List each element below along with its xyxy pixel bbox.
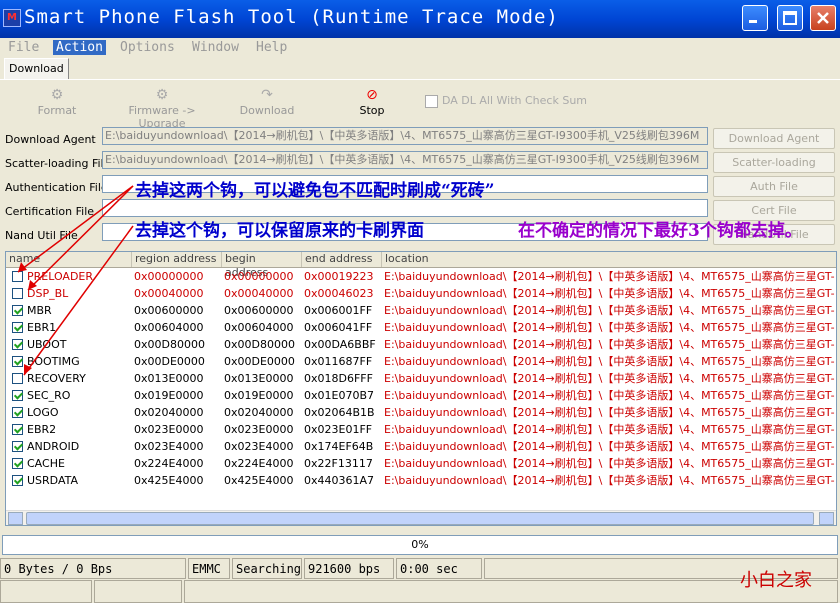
status-cell-2b bbox=[94, 580, 182, 603]
status-baud: 921600 bps bbox=[304, 558, 394, 579]
status-time: 0:00 sec bbox=[396, 558, 482, 579]
status-bytes: 0 Bytes / 0 Bps bbox=[0, 558, 186, 579]
arrow-to-preloader bbox=[17, 185, 134, 273]
arrow-to-dsp-bl bbox=[27, 185, 134, 291]
annotation-arrows bbox=[17, 185, 134, 376]
watermark: 小白之家 bbox=[740, 570, 812, 591]
progress-text: 0% bbox=[411, 538, 429, 551]
progress-bar: 0% bbox=[2, 535, 838, 555]
status-cell-2a bbox=[0, 580, 92, 603]
arrow-to-recovery bbox=[23, 225, 134, 376]
status-storage: EMMC bbox=[188, 558, 230, 579]
status-state: Searching bbox=[232, 558, 302, 579]
